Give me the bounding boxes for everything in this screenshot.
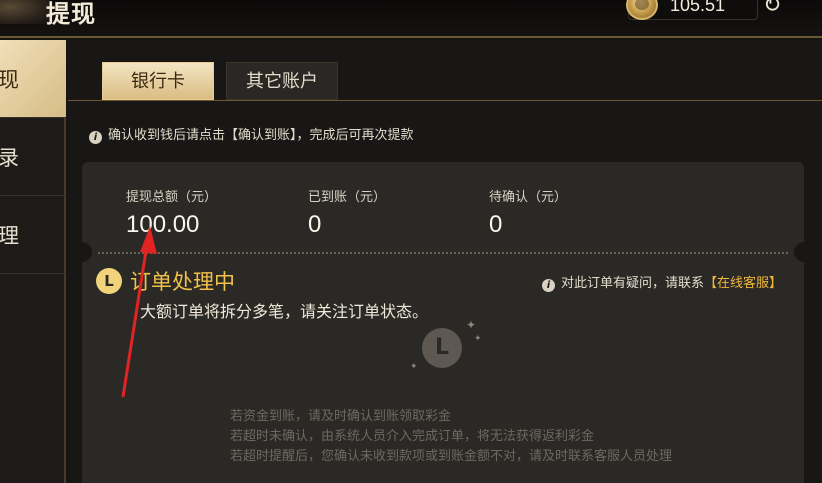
stat-label: 待确认（元）: [489, 190, 568, 205]
stat-pending: 待确认（元） 0: [489, 186, 567, 239]
page-title: 提现: [46, 0, 96, 28]
sidebar-item-manage[interactable]: 理: [0, 196, 66, 274]
notice-text: 确认收到钱后请点击【确认到账】，完成后可再次提款: [108, 128, 414, 143]
stat-value: 0: [489, 211, 503, 238]
order-card: 提现总额（元） 100.00 已到账（元） 0 待确认（元） 0 L 订单处理中…: [72, 162, 814, 483]
sparkle-icon: ✦: [466, 318, 477, 332]
sparkle-icon: ✦: [410, 362, 418, 372]
stat-label: 提现总额（元）: [126, 190, 218, 205]
tab-other-accounts[interactable]: 其它账户: [226, 62, 338, 100]
help-text: 对此订单有疑问，请联系: [560, 276, 704, 291]
stat-total: 提现总额（元） 100.00: [126, 186, 217, 239]
refresh-icon[interactable]: ↻: [763, 0, 781, 18]
tip-line: 若超时未确认，由系统人员介入完成订单，将无法获得返利彩金: [230, 429, 595, 444]
notice: i 确认收到钱后请点击【确认到账】，完成后可再次提款: [89, 124, 414, 144]
stat-value: 0: [308, 211, 322, 238]
order-status-title: 订单处理中: [130, 270, 235, 294]
card-notch: [72, 242, 92, 262]
tip-line: 若超时提醒后，您确认未收到款项或到账金额不对，请及时联系客服人员处理: [230, 449, 673, 464]
order-status-desc: 大额订单将拆分多笔，请关注订单状态。: [140, 302, 429, 321]
tab-divider: [68, 100, 822, 101]
tip-line: 若资金到账，请及时确认到账领取彩金: [230, 409, 452, 424]
clock-icon: L: [422, 328, 462, 368]
top-header: 提现 105.51 ↻: [0, 0, 822, 38]
info-icon: i: [89, 131, 102, 144]
sidebar-item-label: 现: [0, 68, 19, 92]
online-service-link[interactable]: 【在线客服】: [704, 276, 782, 291]
stat-received: 已到账（元） 0: [308, 186, 386, 239]
info-icon: i: [541, 279, 555, 292]
sidebar-item-withdraw[interactable]: 现: [0, 40, 66, 118]
tips-list: 若资金到账，请及时确认到账领取彩金 若超时未确认，由系统人员介入完成订单，将无法…: [230, 407, 672, 467]
clock-icon: L: [96, 268, 122, 294]
tab-bank-card[interactable]: 银行卡: [102, 62, 214, 100]
sidebar-item-label: 理: [0, 224, 19, 248]
help-line: i 对此订单有疑问，请联系【在线客服】: [541, 272, 782, 292]
sidebar-item-label: 录: [0, 146, 19, 170]
stat-label: 已到账（元）: [308, 190, 387, 205]
sidebar-item-records[interactable]: 录: [0, 118, 66, 196]
header-decoration: [0, 0, 50, 24]
sparkle-icon: ✦: [474, 334, 482, 344]
dotted-divider: [98, 252, 788, 254]
pending-illustration: L ✦ ✦ ✦: [410, 318, 482, 376]
main-panel: 银行卡 其它账户 i 确认收到钱后请点击【确认到账】，完成后可再次提款 提现总额（…: [68, 40, 822, 483]
sidebar: 现 录 理: [0, 40, 66, 483]
balance-value: 105.51: [670, 0, 726, 15]
stat-value: 100.00: [126, 211, 200, 238]
card-notch: [794, 242, 814, 262]
